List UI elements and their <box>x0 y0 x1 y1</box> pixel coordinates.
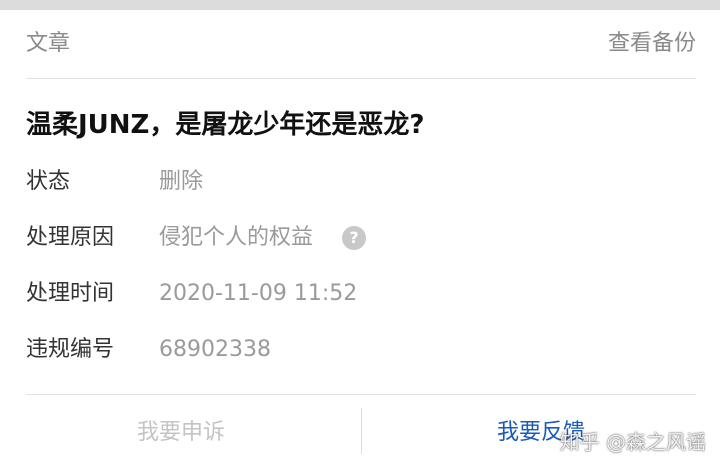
help-icon[interactable]: ? <box>342 226 366 250</box>
status-value: 删除 <box>159 169 204 194</box>
reason-value: 侵犯个人的权益 <box>159 225 314 250</box>
time-label: 处理时间 <box>26 281 115 306</box>
footer-divider <box>26 394 696 395</box>
card-header: 文章 查看备份 <box>26 10 696 79</box>
watermark: 知乎 @森之风谣 <box>559 430 706 454</box>
view-backup-link[interactable]: 查看备份 <box>608 30 696 58</box>
article-title: 温柔JUNZ，是屠龙少年还是恶龙? <box>26 110 425 140</box>
section-label: 文章 <box>26 31 71 56</box>
moderation-card: 文章 查看备份 温柔JUNZ，是屠龙少年还是恶龙? 状态 删除 处理原因 侵犯个… <box>0 10 720 475</box>
appeal-button[interactable]: 我要申诉 <box>26 416 336 450</box>
violation-label: 违规编号 <box>26 337 115 362</box>
top-strip <box>0 0 720 10</box>
reason-label: 处理原因 <box>26 225 115 250</box>
time-value: 2020-11-09 11:52 <box>159 281 358 306</box>
violation-value: 68902338 <box>159 337 271 362</box>
footer-separator <box>361 408 362 454</box>
status-label: 状态 <box>26 169 71 194</box>
